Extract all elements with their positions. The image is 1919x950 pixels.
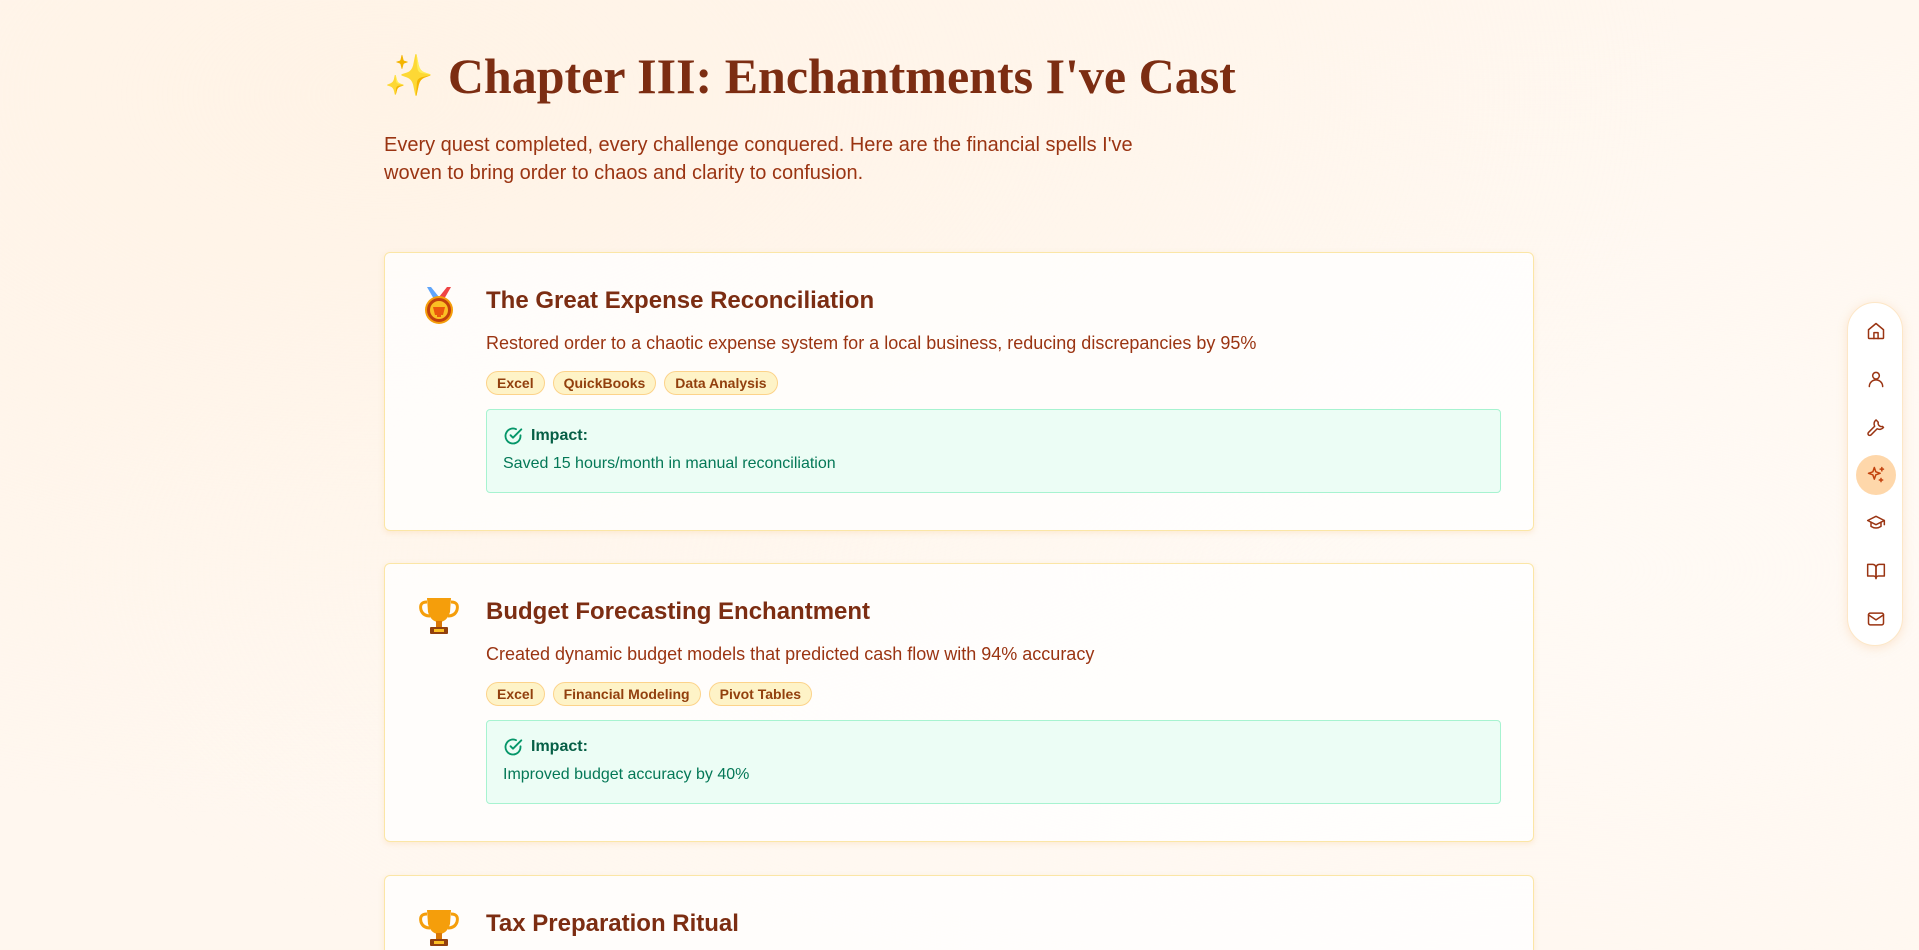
side-nav: [1847, 302, 1903, 646]
graduation-cap-icon: [1866, 515, 1886, 529]
impact-header: Impact:: [503, 426, 1484, 446]
skill-tag: Excel: [486, 682, 545, 706]
nav-education-button[interactable]: [1856, 503, 1896, 543]
achievement-card: Tax Preparation Ritual: [384, 875, 1534, 950]
page-intro: Every quest completed, every challenge c…: [384, 134, 1133, 184]
achievement-card: The Great Expense Reconciliation Restore…: [384, 252, 1534, 531]
home-icon: [1867, 322, 1885, 340]
achievement-title: Tax Preparation Ritual: [486, 910, 739, 937]
skill-tag: Excel: [486, 371, 545, 395]
achievement-card: Budget Forecasting Enchantment Created d…: [384, 563, 1534, 842]
skill-tags: Excel Financial Modeling Pivot Tables: [486, 682, 1501, 706]
nav-achievements-button[interactable]: [1856, 455, 1896, 495]
impact-box: Impact: Saved 15 hours/month in manual r…: [486, 409, 1501, 493]
impact-header: Impact:: [503, 737, 1484, 757]
medal-icon: [417, 283, 461, 327]
sparkles-icon: ✨: [384, 53, 434, 99]
impact-text: Improved budget accuracy by 40%: [503, 766, 750, 783]
check-circle-icon: [504, 427, 523, 445]
sparkles-icon: [1867, 466, 1885, 483]
achievement-description: Created dynamic budget models that predi…: [486, 644, 1095, 664]
achievement-title: Budget Forecasting Enchantment: [486, 598, 871, 625]
book-open-icon: [1866, 563, 1886, 580]
achievement-title: The Great Expense Reconciliation: [486, 287, 875, 314]
skill-tag: QuickBooks: [552, 371, 657, 395]
nav-home-button[interactable]: [1856, 311, 1896, 351]
user-icon: [1868, 371, 1884, 388]
nav-about-button[interactable]: [1856, 359, 1896, 399]
skill-tag: Pivot Tables: [708, 682, 813, 706]
impact-text: Saved 15 hours/month in manual reconcili…: [503, 455, 836, 472]
skill-tag: Data Analysis: [664, 371, 778, 395]
nav-blog-button[interactable]: [1856, 551, 1896, 591]
skill-tag: Financial Modeling: [552, 682, 701, 706]
impact-label: Impact:: [531, 427, 588, 444]
skill-tags: Excel QuickBooks Data Analysis: [486, 371, 1501, 395]
page-title: ✨ Chapter III: Enchantments I've Cast: [384, 46, 1236, 106]
mail-icon: [1867, 612, 1885, 626]
impact-box: Impact: Improved budget accuracy by 40%: [486, 720, 1501, 804]
wrench-icon: [1867, 419, 1885, 437]
nav-skills-button[interactable]: [1856, 407, 1896, 447]
trophy-icon: [417, 906, 461, 950]
achievement-description: Restored order to a chaotic expense syst…: [486, 333, 1257, 353]
impact-label: Impact:: [531, 738, 588, 755]
page-title-text: Chapter III: Enchantments I've Cast: [447, 48, 1236, 104]
nav-contact-button[interactable]: [1856, 599, 1896, 639]
trophy-icon: [417, 594, 461, 638]
check-circle-icon: [504, 738, 523, 756]
